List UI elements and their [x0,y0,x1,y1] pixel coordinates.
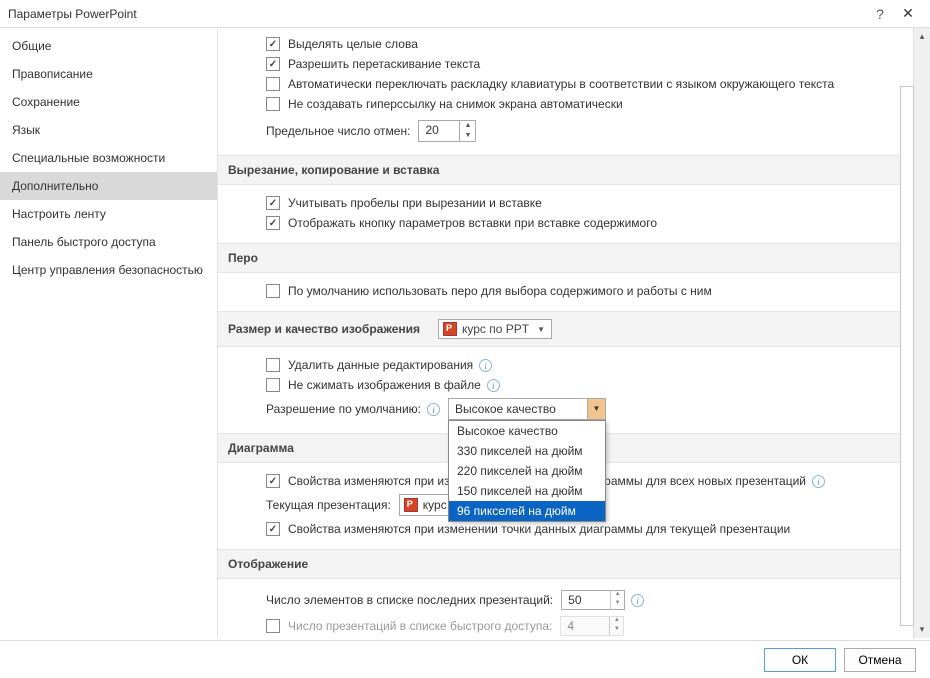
scroll-up-icon[interactable]: ▴ [914,28,930,45]
current-presentation-label: Текущая презентация: [266,498,391,512]
spinner-down-icon[interactable]: ▼ [460,131,475,141]
resolution-option[interactable]: 220 пикселей на дюйм [449,461,605,481]
scroll-down-icon[interactable]: ▾ [914,621,930,638]
no-hyperlink-label: Не создавать гиперссылку на снимок экран… [288,97,623,111]
sidebar-item-language[interactable]: Язык [0,116,217,144]
info-icon[interactable]: i [479,359,492,372]
quick-access-label: Число презентаций в списке быстрого дост… [288,619,552,633]
resolution-option[interactable]: 330 пикселей на дюйм [449,441,605,461]
resolution-option[interactable]: Высокое качество [449,421,605,441]
quick-access-checkbox[interactable] [266,619,280,633]
smart-spaces-label: Учитывать пробелы при вырезании и вставк… [288,196,542,210]
chevron-down-icon[interactable]: ▼ [587,399,605,419]
drag-drop-checkbox[interactable] [266,57,280,71]
sidebar-item-trust-center[interactable]: Центр управления безопасностью [0,256,217,284]
chart-prop-current-label: Свойства изменяются при изменении точки … [288,522,790,536]
cancel-button[interactable]: Отмена [844,648,916,672]
sidebar-item-advanced[interactable]: Дополнительно [0,172,217,200]
show-paste-btn-checkbox[interactable] [266,216,280,230]
undo-count-label: Предельное число отмен: [266,124,410,138]
display-section-header: Отображение [218,549,930,579]
default-resolution-combo[interactable]: Высокое качество ▼ Высокое качество 330 … [448,398,606,420]
close-icon[interactable]: ✕ [894,5,922,22]
quick-access-spinner: 4 ▲▼ [560,616,624,636]
chevron-down-icon: ▼ [535,325,547,334]
powerpoint-file-icon [443,322,457,336]
sidebar-item-accessibility[interactable]: Специальные возможности [0,144,217,172]
resolution-option[interactable]: 96 пикселей на дюйм [449,501,605,521]
select-words-checkbox[interactable] [266,37,280,51]
default-resolution-label: Разрешение по умолчанию: [266,402,421,416]
sidebar-item-save[interactable]: Сохранение [0,88,217,116]
image-quality-file-combo[interactable]: курс по PPT ▼ [438,319,552,339]
powerpoint-file-icon [404,498,418,512]
sidebar-item-customize-ribbon[interactable]: Настроить ленту [0,200,217,228]
window-title: Параметры PowerPoint [8,7,866,21]
undo-count-spinner[interactable]: 20 ▲▼ [418,120,476,142]
discard-edit-checkbox[interactable] [266,358,280,372]
smart-spaces-checkbox[interactable] [266,196,280,210]
info-icon[interactable]: i [427,403,440,416]
show-paste-btn-label: Отображать кнопку параметров вставки при… [288,216,657,230]
discard-edit-label: Удалить данные редактирования [288,358,473,372]
dialog-footer: ОК Отмена [0,640,930,678]
no-compress-checkbox[interactable] [266,378,280,392]
resolution-dropdown-list: Высокое качество 330 пикселей на дюйм 22… [448,420,606,522]
spinner-up-icon[interactable]: ▲ [460,121,475,131]
inner-scrollbar[interactable] [900,86,914,626]
auto-keyboard-checkbox[interactable] [266,77,280,91]
settings-content: Выделять целые слова Разрешить перетаски… [218,28,930,638]
pen-default-checkbox[interactable] [266,284,280,298]
no-compress-label: Не сжимать изображения в файле [288,378,481,392]
sidebar: Общие Правописание Сохранение Язык Специ… [0,28,218,638]
cutpaste-section-header: Вырезание, копирование и вставка [218,155,930,185]
outer-scrollbar[interactable]: ▴ ▾ [913,28,930,638]
image-quality-section-header: Размер и качество изображения курс по PP… [218,311,930,347]
info-icon[interactable]: i [812,475,825,488]
sidebar-item-proofing[interactable]: Правописание [0,60,217,88]
info-icon[interactable]: i [487,379,500,392]
sidebar-item-quick-access[interactable]: Панель быстрого доступа [0,228,217,256]
drag-drop-label: Разрешить перетаскивание текста [288,57,480,71]
auto-keyboard-label: Автоматически переключать раскладку клав… [288,77,834,91]
recent-pres-spinner[interactable]: 50 ▲▼ [561,590,625,610]
chart-prop-all-checkbox[interactable] [266,474,280,488]
sidebar-item-general[interactable]: Общие [0,32,217,60]
no-hyperlink-checkbox[interactable] [266,97,280,111]
info-icon[interactable]: i [631,594,644,607]
select-words-label: Выделять целые слова [288,37,418,51]
resolution-option[interactable]: 150 пикселей на дюйм [449,481,605,501]
pen-default-label: По умолчанию использовать перо для выбор… [288,284,712,298]
help-icon[interactable]: ? [866,6,894,22]
pen-section-header: Перо [218,243,930,273]
chart-prop-current-checkbox[interactable] [266,522,280,536]
recent-pres-label: Число элементов в списке последних презе… [266,593,553,607]
ok-button[interactable]: ОК [764,648,836,672]
